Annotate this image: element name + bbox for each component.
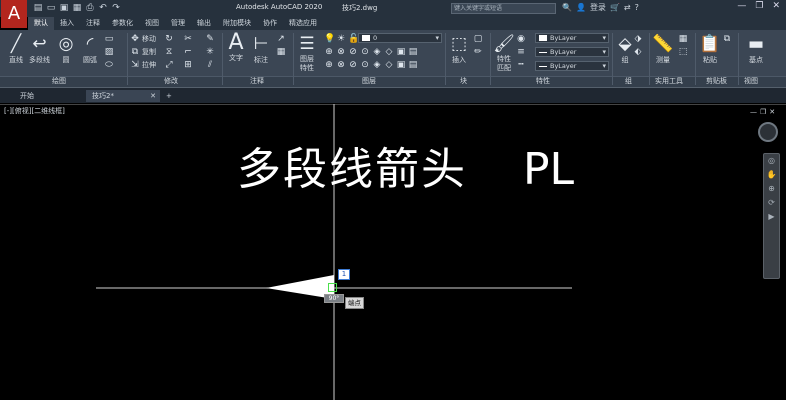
- dynamic-input-box[interactable]: 1: [338, 269, 350, 280]
- endpoint-tooltip: 端点: [345, 297, 364, 309]
- angle-tooltip: 90°: [324, 294, 344, 303]
- cad-drawing: [96, 104, 572, 400]
- endpoint-snap-marker: [328, 283, 337, 292]
- drawing-text: 多段线箭头 PL: [237, 144, 575, 195]
